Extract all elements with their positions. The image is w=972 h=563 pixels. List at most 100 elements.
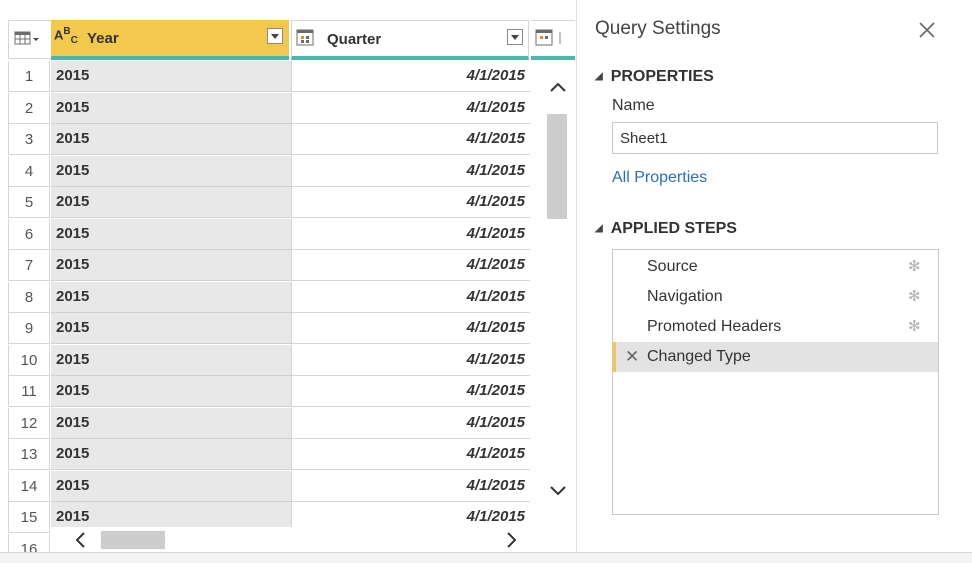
step-changed-type[interactable]: ✕ Changed Type xyxy=(613,342,938,372)
row-number[interactable]: 7 xyxy=(8,250,50,281)
scroll-right-icon[interactable] xyxy=(506,531,518,554)
cell-quarter[interactable]: 4/1/2015 xyxy=(291,92,530,124)
step-label: Changed Type xyxy=(647,348,751,365)
column-header-next[interactable] xyxy=(531,20,575,60)
cell-quarter[interactable]: 4/1/2015 xyxy=(291,470,530,502)
row-number[interactable]: 15 xyxy=(8,502,50,533)
data-grid: ABC Year Quarter 1 2015 4/1/2015 2 2015 … xyxy=(0,0,575,563)
table-row[interactable]: 10 2015 4/1/2015 xyxy=(8,344,530,376)
table-row[interactable]: 2 2015 4/1/2015 xyxy=(8,92,530,124)
cell-quarter[interactable]: 4/1/2015 xyxy=(291,344,530,376)
table-row[interactable]: 3 2015 4/1/2015 xyxy=(8,124,530,155)
step-label: Source xyxy=(647,258,698,275)
delete-step-icon[interactable]: ✕ xyxy=(625,342,639,372)
row-number[interactable]: 11 xyxy=(8,376,50,407)
row-number[interactable]: 10 xyxy=(8,344,50,376)
step-source[interactable]: Source ✻ xyxy=(613,252,938,282)
applied-steps-list: Source ✻ Navigation ✻ Promoted Headers ✻… xyxy=(612,249,939,515)
scroll-up-icon[interactable] xyxy=(549,80,567,98)
cell-year[interactable]: 2015 xyxy=(51,439,291,470)
collapse-triangle-icon[interactable]: ◢ xyxy=(595,71,603,82)
cell-year[interactable]: 2015 xyxy=(51,61,291,92)
cell-year[interactable]: 2015 xyxy=(51,281,291,313)
row-number[interactable]: 2 xyxy=(8,92,50,124)
column-name-quarter: Quarter xyxy=(327,31,382,48)
gear-icon[interactable]: ✻ xyxy=(908,282,921,312)
scroll-left-icon[interactable] xyxy=(74,531,86,554)
cell-quarter[interactable]: 4/1/2015 xyxy=(291,187,530,218)
vertical-scrollbar[interactable] xyxy=(541,62,575,527)
cell-year[interactable]: 2015 xyxy=(51,470,291,502)
table-row[interactable]: 13 2015 4/1/2015 xyxy=(8,439,530,470)
query-settings-pane: Query Settings ◢ PROPERTIES Name All Prop… xyxy=(577,0,972,552)
row-number[interactable]: 14 xyxy=(8,470,50,502)
cell-quarter[interactable]: 4/1/2015 xyxy=(291,124,530,155)
gear-icon[interactable]: ✻ xyxy=(908,312,921,342)
filter-dropdown-quarter[interactable] xyxy=(507,29,523,45)
cell-year[interactable]: 2015 xyxy=(51,344,291,376)
cell-quarter[interactable]: 4/1/2015 xyxy=(291,376,530,407)
column-header-year[interactable]: ABC Year xyxy=(51,20,289,60)
status-bar xyxy=(0,553,972,563)
cell-year[interactable]: 2015 xyxy=(51,92,291,124)
gear-icon[interactable]: ✻ xyxy=(908,252,921,282)
scroll-down-icon[interactable] xyxy=(549,484,567,502)
row-number[interactable]: 13 xyxy=(8,439,50,470)
applied-steps-section-header[interactable]: ◢ APPLIED STEPS xyxy=(595,220,737,238)
row-number[interactable]: 1 xyxy=(8,61,50,92)
cell-year[interactable]: 2015 xyxy=(51,407,291,439)
cell-year[interactable]: 2015 xyxy=(51,376,291,407)
cell-quarter[interactable]: 4/1/2015 xyxy=(291,250,530,281)
calendar-type-icon xyxy=(535,29,561,46)
horizontal-scrollbar[interactable] xyxy=(50,527,530,553)
table-row[interactable]: 6 2015 4/1/2015 xyxy=(8,218,530,250)
cell-year[interactable]: 2015 xyxy=(51,250,291,281)
query-settings-title: Query Settings xyxy=(595,18,721,39)
applied-steps-heading: APPLIED STEPS xyxy=(610,220,737,237)
step-promoted-headers[interactable]: Promoted Headers ✻ xyxy=(613,312,938,342)
row-number[interactable]: 4 xyxy=(8,155,50,187)
table-menu-button[interactable] xyxy=(8,20,51,59)
collapse-triangle-icon[interactable]: ◢ xyxy=(595,223,603,234)
row-number[interactable]: 9 xyxy=(8,313,50,344)
table-row[interactable]: 4 2015 4/1/2015 xyxy=(8,155,530,187)
table-row[interactable]: 9 2015 4/1/2015 xyxy=(8,313,530,344)
table-row[interactable]: 5 2015 4/1/2015 xyxy=(8,187,530,218)
table-row[interactable]: 1 2015 4/1/2015 xyxy=(8,61,530,92)
step-navigation[interactable]: Navigation ✻ xyxy=(613,282,938,312)
column-name-year: Year xyxy=(87,30,119,47)
column-header-quarter[interactable]: Quarter xyxy=(291,20,529,60)
cell-year[interactable]: 2015 xyxy=(51,313,291,344)
cell-year[interactable]: 2015 xyxy=(51,124,291,155)
row-number[interactable]: 5 xyxy=(8,187,50,218)
cell-year[interactable]: 2015 xyxy=(51,187,291,218)
row-number[interactable]: 3 xyxy=(8,124,50,155)
table-row[interactable]: 12 2015 4/1/2015 xyxy=(8,407,530,439)
cell-quarter[interactable]: 4/1/2015 xyxy=(291,439,530,470)
table-row[interactable]: 11 2015 4/1/2015 xyxy=(8,376,530,407)
name-label: Name xyxy=(612,97,655,114)
vertical-scroll-thumb[interactable] xyxy=(547,114,567,219)
cell-quarter[interactable]: 4/1/2015 xyxy=(291,313,530,344)
cell-quarter[interactable]: 4/1/2015 xyxy=(291,155,530,187)
cell-quarter[interactable]: 4/1/2015 xyxy=(291,281,530,313)
query-name-input[interactable] xyxy=(612,122,938,154)
horizontal-scroll-thumb[interactable] xyxy=(101,531,165,549)
table-row[interactable]: 14 2015 4/1/2015 xyxy=(8,470,530,502)
table-row[interactable]: 8 2015 4/1/2015 xyxy=(8,281,530,313)
row-number[interactable]: 6 xyxy=(8,218,50,250)
close-icon[interactable] xyxy=(917,14,937,44)
cell-year[interactable]: 2015 xyxy=(51,155,291,187)
abc-123-type-icon[interactable]: ABC xyxy=(54,26,78,46)
cell-quarter[interactable]: 4/1/2015 xyxy=(291,407,530,439)
filter-dropdown-year[interactable] xyxy=(267,28,283,44)
row-number[interactable]: 8 xyxy=(8,281,50,313)
calendar-type-icon[interactable] xyxy=(296,28,316,48)
cell-year[interactable]: 2015 xyxy=(51,218,291,250)
properties-section-header[interactable]: ◢ PROPERTIES xyxy=(595,68,714,86)
table-row[interactable]: 7 2015 4/1/2015 xyxy=(8,250,530,281)
cell-quarter[interactable]: 4/1/2015 xyxy=(291,61,530,92)
row-number[interactable]: 12 xyxy=(8,407,50,439)
cell-quarter[interactable]: 4/1/2015 xyxy=(291,218,530,250)
all-properties-link[interactable]: All Properties xyxy=(612,169,707,187)
